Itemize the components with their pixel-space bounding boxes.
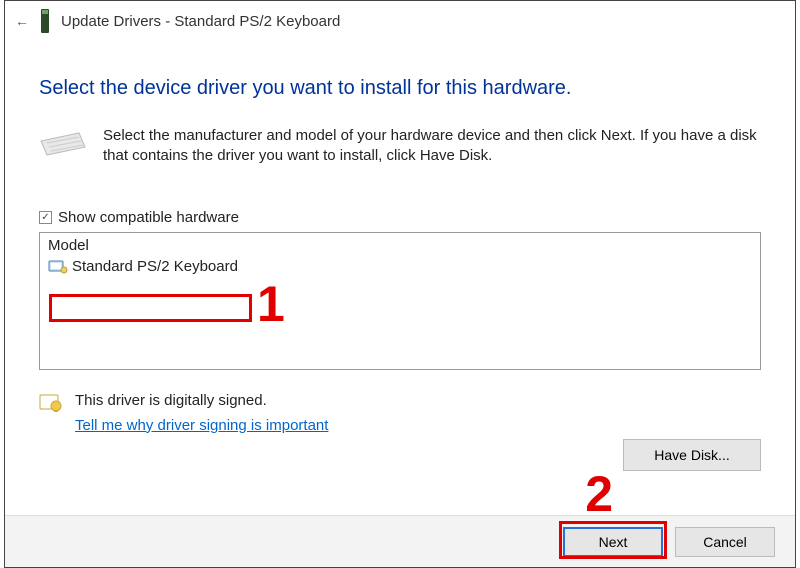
keyboard-icon xyxy=(39,129,87,159)
model-item-label: Standard PS/2 Keyboard xyxy=(72,258,238,275)
checkbox-icon: ✓ xyxy=(39,211,52,224)
signing-row: This driver is digitally signed. Tell me… xyxy=(39,392,761,434)
model-item-standard-ps2[interactable]: Standard PS/2 Keyboard xyxy=(46,256,244,277)
window-title: Update Drivers - Standard PS/2 Keyboard xyxy=(61,13,340,30)
model-listbox[interactable]: Model Standard PS/2 Keyboard xyxy=(39,232,761,370)
driver-item-icon xyxy=(48,258,68,274)
instruction-text: Select the manufacturer and model of you… xyxy=(103,126,761,167)
model-column-header: Model xyxy=(46,237,754,256)
signing-status-text: This driver is digitally signed. xyxy=(75,392,328,409)
compatible-hardware-checkbox[interactable]: ✓ Show compatible hardware xyxy=(39,209,761,226)
page-heading: Select the device driver you want to ins… xyxy=(39,77,761,100)
button-bar: Next Cancel xyxy=(5,515,795,567)
content-area: Select the device driver you want to ins… xyxy=(5,41,795,434)
instruction-row: Select the manufacturer and model of you… xyxy=(39,126,761,167)
device-icon xyxy=(37,7,53,35)
signing-info-link[interactable]: Tell me why driver signing is important xyxy=(75,417,328,434)
have-disk-button[interactable]: Have Disk... xyxy=(623,439,761,471)
signed-cert-icon xyxy=(39,394,63,412)
next-button[interactable]: Next xyxy=(563,527,663,557)
cancel-button[interactable]: Cancel xyxy=(675,527,775,557)
back-arrow-icon[interactable]: ← xyxy=(15,13,29,29)
driver-update-window: ← Update Drivers - Standard PS/2 Keyboar… xyxy=(4,0,796,568)
titlebar: ← Update Drivers - Standard PS/2 Keyboar… xyxy=(5,1,795,41)
checkbox-label: Show compatible hardware xyxy=(58,209,239,226)
